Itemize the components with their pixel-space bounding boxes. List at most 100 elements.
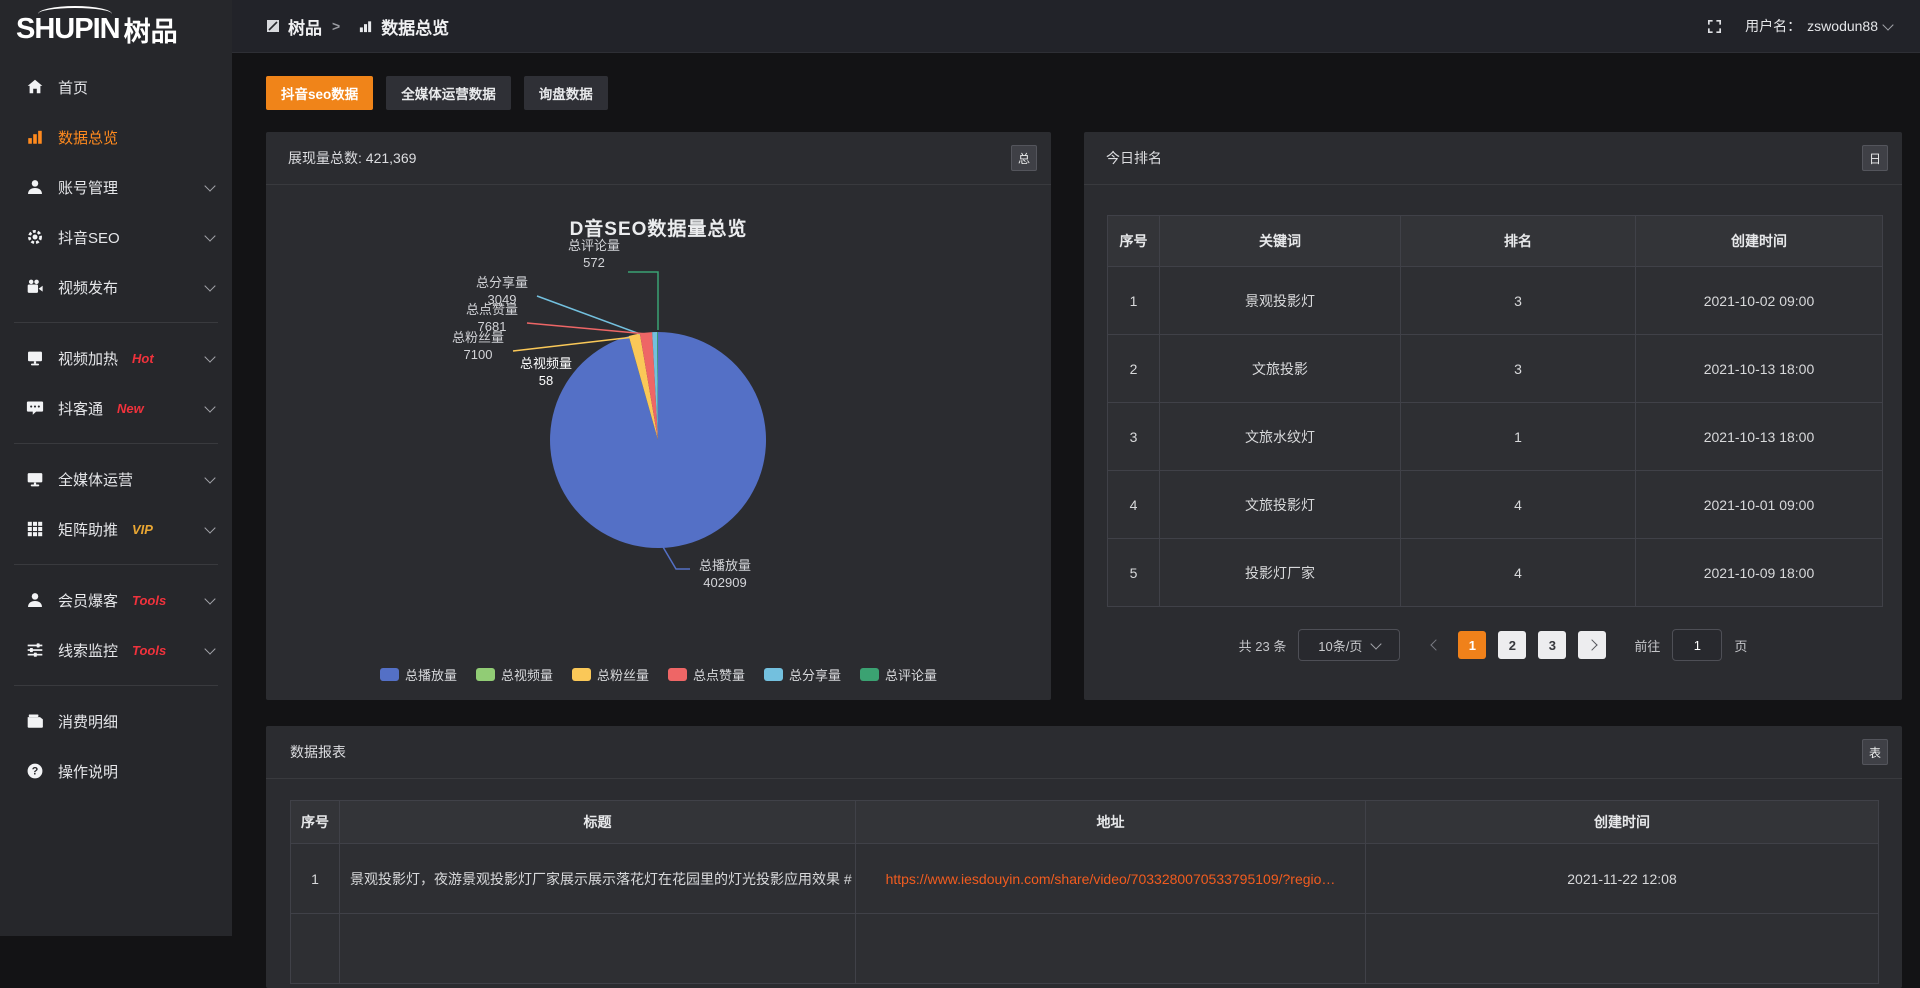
- sidebar-item-douyin-seo[interactable]: 抖音SEO: [0, 212, 232, 262]
- cell-rank: 3: [1401, 335, 1636, 403]
- legend-swatch: [860, 668, 879, 681]
- sidebar-item-member-burst[interactable]: 会员爆客 Tools: [0, 575, 232, 625]
- goto-page-input[interactable]: [1672, 629, 1722, 661]
- menu-divider: [14, 443, 218, 444]
- total-toggle-button[interactable]: 总: [1011, 145, 1037, 171]
- cell-index: 1: [1108, 267, 1160, 335]
- cell-created: 2021-10-02 09:00: [1636, 267, 1883, 335]
- prev-page-button[interactable]: [1426, 641, 1446, 649]
- sidebar-item-data-overview[interactable]: 数据总览: [0, 112, 232, 162]
- cell-keyword: 文旅投影灯: [1160, 471, 1401, 539]
- wallet-icon: [26, 712, 44, 730]
- monitor-icon: [26, 470, 44, 488]
- member-icon: [26, 591, 44, 609]
- report-table-header-row: 序号 标题 地址 创建时间: [291, 801, 1879, 844]
- legend-swatch: [572, 668, 591, 681]
- goto-label: 前往: [1634, 636, 1660, 655]
- leader-line-plays: [663, 547, 690, 569]
- username: zswodun88: [1807, 18, 1878, 34]
- cell-index: 3: [1108, 403, 1160, 471]
- legend-item-comments[interactable]: 总评论量: [860, 665, 937, 684]
- cell-created: 2021-10-13 18:00: [1636, 403, 1883, 471]
- sidebar-item-label: 线索监控: [58, 640, 118, 661]
- video-camera-icon: [26, 278, 44, 296]
- data-tabs: 抖音seo数据 全媒体运营数据 询盘数据: [266, 76, 608, 110]
- cell-keyword: 文旅投影: [1160, 335, 1401, 403]
- sidebar-item-lead-monitoring[interactable]: 线索监控 Tools: [0, 625, 232, 675]
- legend-item-shares[interactable]: 总分享量: [764, 665, 841, 684]
- overview-panel-header: 展现量总数: 421,369 总: [266, 132, 1051, 185]
- rank-row: 4 文旅投影灯 4 2021-10-01 09:00: [1108, 471, 1883, 539]
- username-label: 用户名：: [1745, 16, 1801, 36]
- fullscreen-icon[interactable]: [1706, 18, 1723, 35]
- tab-omnimedia-data[interactable]: 全媒体运营数据: [386, 76, 511, 110]
- page-button-3[interactable]: 3: [1538, 631, 1566, 659]
- legend-swatch: [668, 668, 687, 681]
- cell-url: https://www.iesdouyin.com/share/video/70…: [856, 844, 1366, 914]
- vip-badge: VIP: [132, 522, 153, 537]
- sidebar-item-label: 抖客通: [58, 398, 103, 419]
- cell-rank: 4: [1401, 471, 1636, 539]
- tab-douyin-seo-data[interactable]: 抖音seo数据: [266, 76, 373, 110]
- sidebar-item-omnimedia-operation[interactable]: 全媒体运营: [0, 454, 232, 504]
- sidebar-item-video-publish[interactable]: 视频发布: [0, 262, 232, 312]
- page-button-1[interactable]: 1: [1458, 631, 1486, 659]
- user-menu[interactable]: 用户名： zswodun88: [1745, 16, 1892, 36]
- day-toggle-button[interactable]: 日: [1862, 145, 1888, 171]
- chevron-down-icon: [204, 643, 215, 654]
- chevron-down-icon: [204, 351, 215, 362]
- legend-swatch: [476, 668, 495, 681]
- sidebar-item-instructions[interactable]: ? 操作说明: [0, 746, 232, 796]
- cell-created: 2021-11-22 12:08: [1366, 844, 1879, 914]
- table-toggle-button[interactable]: 表: [1862, 739, 1888, 765]
- pie-chart: D音SEO数据量总览 总评论量 572 总分享量 3049 总点赞量 7681: [266, 184, 1051, 700]
- tab-inquiry-data[interactable]: 询盘数据: [524, 76, 608, 110]
- topbar-right: 用户名： zswodun88: [1706, 16, 1920, 36]
- video-link[interactable]: https://www.iesdouyin.com/share/video/70…: [886, 871, 1336, 887]
- legend-item-likes[interactable]: 总点赞量: [668, 665, 745, 684]
- legend-item-videos[interactable]: 总视频量: [476, 665, 553, 684]
- chevron-left-icon: [1431, 639, 1442, 650]
- sidebar-item-home[interactable]: 首页: [0, 62, 232, 112]
- chevron-down-icon: [204, 280, 215, 291]
- report-row: 1 景观投影灯，夜游景观投影灯厂家展示展示落花灯在花园里的灯光投影应用效果 # …: [291, 844, 1879, 914]
- main-content: 抖音seo数据 全媒体运营数据 询盘数据 展现量总数: 421,369 总 D音…: [232, 52, 1920, 936]
- breadcrumb-current[interactable]: 数据总览: [381, 14, 449, 39]
- legend-swatch: [764, 668, 783, 681]
- cell-created: 2021-10-01 09:00: [1636, 471, 1883, 539]
- chat-bubble-icon: [26, 399, 44, 417]
- menu-divider: [14, 322, 218, 323]
- col-created: 创建时间: [1636, 216, 1883, 267]
- topbar: 树品 > 数据总览 用户名： zswodun88: [232, 0, 1920, 53]
- rank-row: 1 景观投影灯 3 2021-10-02 09:00: [1108, 267, 1883, 335]
- cell-title: 景观投影灯，夜游景观投影灯厂家展示展示落花灯在花园里的灯光投影应用效果 #: [340, 844, 856, 914]
- sidebar-item-consumption-details[interactable]: 消费明细: [0, 696, 232, 746]
- logo[interactable]: SHUPIN 树品: [0, 0, 232, 58]
- page-size-select[interactable]: 10条/页: [1298, 629, 1400, 661]
- sidebar-item-label: 会员爆客: [58, 590, 118, 611]
- logo-text-cn: 树品: [124, 10, 178, 49]
- cell-index: 4: [1108, 471, 1160, 539]
- legend-item-fans[interactable]: 总粉丝量: [572, 665, 649, 684]
- breadcrumb-root[interactable]: 树品: [288, 14, 322, 39]
- sidebar-item-label: 视频发布: [58, 277, 118, 298]
- next-page-button[interactable]: [1578, 631, 1606, 659]
- svg-text:?: ?: [32, 766, 39, 778]
- legend-swatch: [380, 668, 399, 681]
- col-rank: 排名: [1401, 216, 1636, 267]
- sidebar-item-douketong[interactable]: 抖客通 New: [0, 383, 232, 433]
- legend-item-plays[interactable]: 总播放量: [380, 665, 457, 684]
- page-button-2[interactable]: 2: [1498, 631, 1526, 659]
- rank-panel-title: 今日排名: [1106, 148, 1162, 168]
- cell-index: 2: [1108, 335, 1160, 403]
- rank-panel: 今日排名 日 序号 关键词 排名 创建时间 1 景观投影灯 3 2021-10-…: [1084, 132, 1902, 700]
- breadcrumb-current-icon: [358, 19, 373, 34]
- menu-divider: [14, 685, 218, 686]
- sidebar: SHUPIN 树品 首页 数据总览 账号管理 抖音SEO: [0, 0, 232, 936]
- chevron-down-icon: [204, 230, 215, 241]
- sidebar-item-video-heating[interactable]: 视频加热 Hot: [0, 333, 232, 383]
- sidebar-item-account-management[interactable]: 账号管理: [0, 162, 232, 212]
- breadcrumb-root-icon: [266, 19, 280, 33]
- leader-line-comments: [628, 272, 658, 330]
- sidebar-item-matrix-boost[interactable]: 矩阵助推 VIP: [0, 504, 232, 554]
